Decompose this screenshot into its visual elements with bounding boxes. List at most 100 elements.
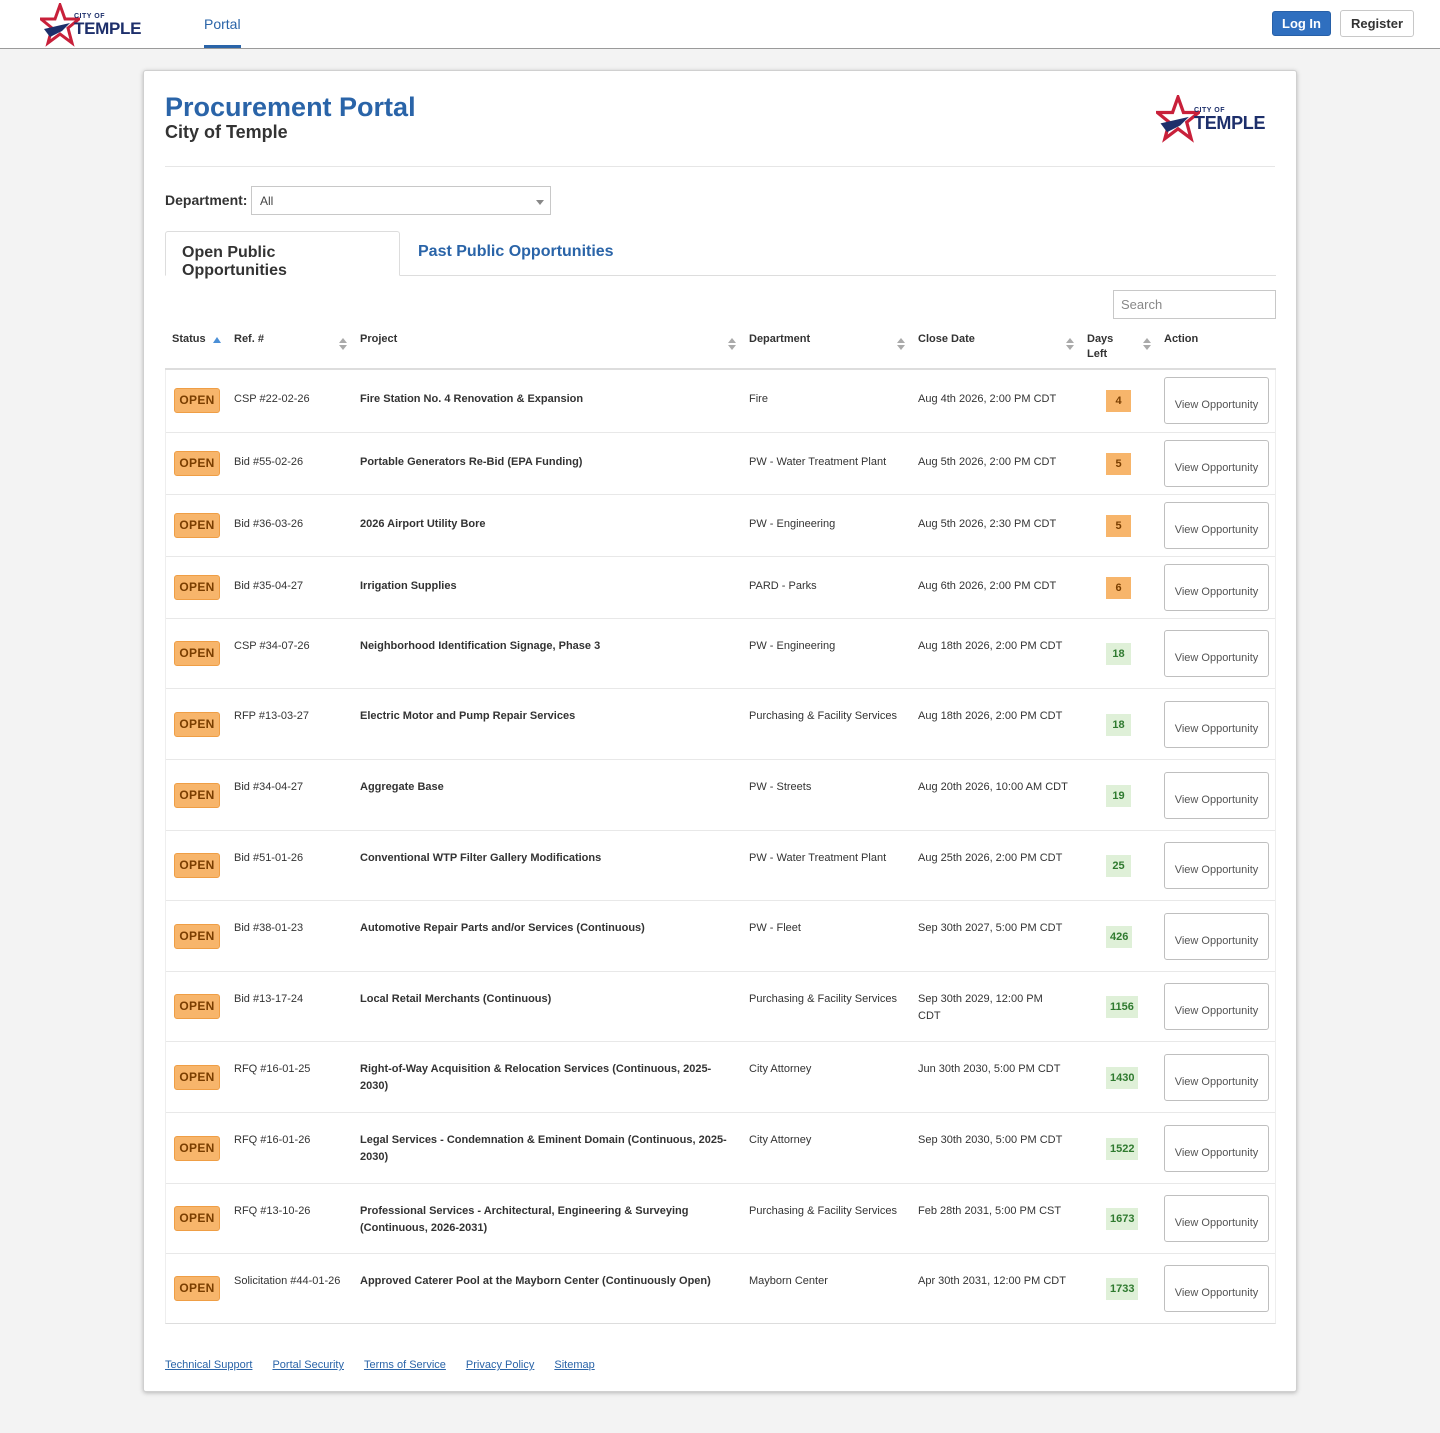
view-opportunity-button[interactable]: View Opportunity <box>1164 440 1269 487</box>
tab-open-opportunities[interactable]: Open Public Opportunities <box>165 231 400 279</box>
department-name: Fire <box>749 393 768 405</box>
view-opportunity-button[interactable]: View Opportunity <box>1164 842 1269 889</box>
days-left-badge: 19 <box>1106 785 1131 807</box>
column-header-ref[interactable]: Ref. # <box>234 332 264 347</box>
opportunity-tabs: Open Public Opportunities Past Public Op… <box>165 231 1276 279</box>
close-date: Sep 30th 2030, 5:00 PM CDT <box>918 1134 1063 1146</box>
view-opportunity-button[interactable]: View Opportunity <box>1164 377 1269 424</box>
department-name: PARD - Parks <box>749 580 817 592</box>
table-row: OPEN CSP #22-02-26 Fire Station No. 4 Reno… <box>166 370 1275 432</box>
portal-card: Procurement Portal City of Temple CITY O… <box>143 70 1297 1392</box>
project-name: 2026 Airport Utility Bore <box>360 518 486 530</box>
column-header-action: Action <box>1164 333 1199 345</box>
department-name: PW - Engineering <box>749 640 836 652</box>
ref-number: RFP #13-03-27 <box>234 710 310 722</box>
project-name: Portable Generators Re-Bid (EPA Funding) <box>360 456 583 468</box>
view-opportunity-button[interactable]: View Opportunity <box>1164 1265 1269 1312</box>
footer-link[interactable]: Sitemap <box>554 1359 594 1371</box>
close-date: Feb 28th 2031, 5:00 PM CST <box>918 1205 1062 1217</box>
days-left-badge: 18 <box>1106 643 1131 665</box>
sort-icon[interactable] <box>1066 338 1074 352</box>
sort-asc-icon[interactable] <box>213 337 221 343</box>
days-left-badge: 5 <box>1106 515 1131 537</box>
ref-number: Bid #51-01-26 <box>234 852 304 864</box>
department-name: PW - Fleet <box>749 922 801 934</box>
table-row: OPEN Bid #38-01-23 Automotive Repair Parts… <box>166 900 1275 971</box>
close-date: Aug 5th 2026, 2:30 PM CDT <box>918 518 1057 530</box>
footer-link[interactable]: Terms of Service <box>364 1359 446 1371</box>
view-opportunity-button[interactable]: View Opportunity <box>1164 983 1269 1030</box>
opportunities-table: OPEN CSP #22-02-26 Fire Station No. 4 Reno… <box>165 370 1276 1324</box>
ref-number: RFQ #13-10-26 <box>234 1205 311 1217</box>
table-row: OPEN RFQ #16-01-25 Right-of-Way Acquisitio… <box>166 1041 1275 1112</box>
sort-icon[interactable] <box>897 338 905 352</box>
close-date: Aug 18th 2026, 2:00 PM CDT <box>918 640 1063 652</box>
page-subtitle: City of Temple <box>165 122 288 142</box>
view-opportunity-button[interactable]: View Opportunity <box>1164 701 1269 748</box>
view-opportunity-button[interactable]: View Opportunity <box>1164 1054 1269 1101</box>
table-row: OPEN Bid #51-01-26 Conventional WTP Filter… <box>166 830 1275 900</box>
department-name: Purchasing & Facility Services <box>749 1205 897 1217</box>
project-name: Conventional WTP Filter Gallery Modifica… <box>360 852 602 864</box>
column-header-department[interactable]: Department <box>749 332 810 347</box>
close-date: Aug 4th 2026, 2:00 PM CDT <box>918 393 1057 405</box>
footer-link[interactable]: Portal Security <box>272 1359 344 1371</box>
status-badge: OPEN <box>174 388 220 413</box>
close-date: Jun 30th 2030, 5:00 PM CDT <box>918 1063 1061 1075</box>
department-name: City Attorney <box>749 1134 812 1146</box>
city-logo[interactable]: CITY OF TEMPLE <box>40 3 150 47</box>
project-name: Electric Motor and Pump Repair Services <box>360 710 576 722</box>
project-name: Local Retail Merchants (Continuous) <box>360 993 552 1005</box>
login-button[interactable]: Log In <box>1272 11 1331 36</box>
project-name: Legal Services - Condemnation & Eminent … <box>360 1134 727 1163</box>
sort-icon[interactable] <box>339 338 347 352</box>
view-opportunity-button[interactable]: View Opportunity <box>1164 502 1269 549</box>
view-opportunity-button[interactable]: View Opportunity <box>1164 630 1269 677</box>
days-left-badge: 5 <box>1106 453 1131 475</box>
ref-number: CSP #34-07-26 <box>234 640 310 652</box>
view-opportunity-button[interactable]: View Opportunity <box>1164 913 1269 960</box>
project-name: Aggregate Base <box>360 781 444 793</box>
table-row: OPEN Bid #34-04-27 Aggregate Base PW - Stre… <box>166 759 1275 830</box>
column-header-project[interactable]: Project <box>360 332 397 347</box>
ref-number: RFQ #16-01-26 <box>234 1134 311 1146</box>
search-input[interactable] <box>1113 290 1276 319</box>
project-name: Professional Services - Architectural, E… <box>360 1205 689 1234</box>
chevron-down-icon <box>536 200 544 205</box>
status-badge: OPEN <box>174 1136 220 1161</box>
department-name: Purchasing & Facility Services <box>749 993 897 1005</box>
column-header-status[interactable]: Status <box>172 332 206 347</box>
sort-icon[interactable] <box>1143 338 1151 352</box>
project-name: Approved Caterer Pool at the Mayborn Cen… <box>360 1275 711 1287</box>
status-badge: OPEN <box>174 575 220 600</box>
footer-link[interactable]: Technical Support <box>165 1359 252 1371</box>
card-logo: CITY OF TEMPLE <box>1156 95 1271 143</box>
project-name: Neighborhood Identification Signage, Pha… <box>360 640 601 652</box>
view-opportunity-button[interactable]: View Opportunity <box>1164 564 1269 611</box>
register-button[interactable]: Register <box>1340 10 1414 37</box>
nav-tab-portal[interactable]: Portal <box>204 0 241 48</box>
ref-number: Bid #35-04-27 <box>234 580 304 592</box>
project-name: Fire Station No. 4 Renovation & Expansio… <box>360 393 584 405</box>
department-name: PW - Streets <box>749 781 812 793</box>
sort-icon[interactable] <box>728 338 736 352</box>
column-header-days-left[interactable]: Days Left <box>1087 332 1127 362</box>
days-left-badge: 426 <box>1106 926 1133 948</box>
days-left-badge: 1733 <box>1106 1278 1139 1300</box>
status-badge: OPEN <box>174 513 220 538</box>
department-select[interactable]: All <box>251 186 551 215</box>
view-opportunity-button[interactable]: View Opportunity <box>1164 1125 1269 1172</box>
close-date: Sep 30th 2027, 5:00 PM CDT <box>918 922 1063 934</box>
view-opportunity-button[interactable]: View Opportunity <box>1164 1195 1269 1242</box>
status-badge: OPEN <box>174 451 220 476</box>
project-name: Right-of-Way Acquisition & Relocation Se… <box>360 1063 712 1092</box>
days-left-badge: 4 <box>1106 390 1131 412</box>
days-left-badge: 1673 <box>1106 1208 1139 1230</box>
logo-big-text: TEMPLE <box>1194 112 1266 133</box>
view-opportunity-button[interactable]: View Opportunity <box>1164 772 1269 819</box>
footer-link[interactable]: Privacy Policy <box>466 1359 534 1371</box>
days-left-badge: 1430 <box>1106 1067 1139 1089</box>
status-badge: OPEN <box>174 994 220 1019</box>
column-header-close-date[interactable]: Close Date <box>918 332 975 347</box>
tab-past-opportunities[interactable]: Past Public Opportunities <box>418 243 614 261</box>
